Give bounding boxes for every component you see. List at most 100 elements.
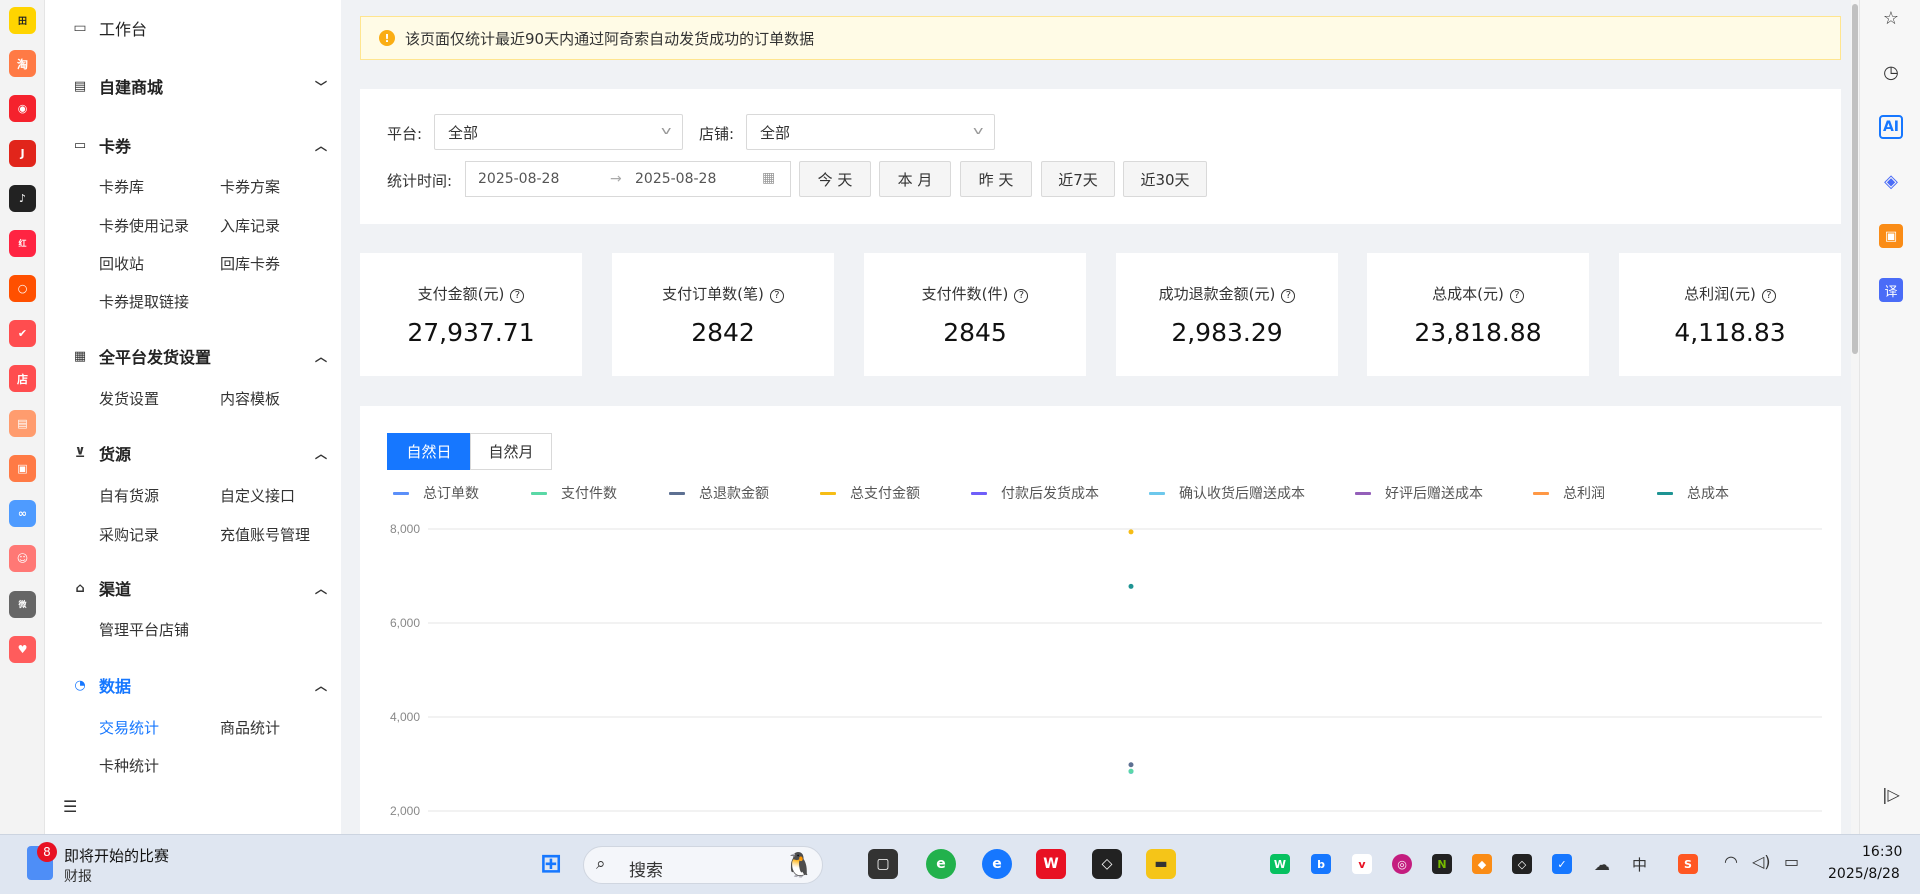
taskbar-search[interactable]: ⌕ 搜索 🐧 [583, 846, 823, 884]
collapse-menu-icon[interactable]: ☰ [63, 797, 77, 816]
nav-item-purchase-records[interactable]: 采购记录 [99, 524, 159, 545]
tray-vs-icon[interactable]: v [1352, 854, 1372, 874]
tray-circle-icon[interactable]: ◎ [1392, 854, 1412, 874]
main-scrollbar[interactable] [1851, 0, 1859, 834]
browser-360-icon[interactable]: e [926, 849, 956, 879]
file-explorer-icon[interactable]: ▬ [1146, 849, 1176, 879]
nav-item-own-source[interactable]: 自有货源 [99, 485, 159, 506]
security-icon[interactable]: ✓ [1552, 854, 1572, 874]
nav-item-card-library[interactable]: 卡券库 [99, 176, 144, 197]
shop-select[interactable]: 全部 v [746, 114, 995, 150]
date-range-picker[interactable]: 2025-08-28 → 2025-08-28 ▦ [465, 161, 791, 197]
nav-item-ship-settings[interactable]: 发货设置 [99, 388, 159, 409]
stat-value: 27,937.71 [407, 318, 535, 347]
tray-app-icon[interactable]: b [1311, 854, 1331, 874]
news-title[interactable]: 即将开始的比赛 [64, 845, 169, 866]
nav-item-card-plan[interactable]: 卡券方案 [220, 176, 280, 197]
data-point[interactable] [1128, 529, 1134, 535]
ime-indicator[interactable]: 中 [1632, 854, 1647, 875]
star-icon[interactable]: ☆ [1879, 6, 1903, 30]
shop-app-icon[interactable]: 店 [9, 365, 36, 392]
platform-select[interactable]: 全部 v [434, 114, 683, 150]
nav-item-trade-stats[interactable]: 交易统计 [99, 717, 159, 738]
nav-group-mall[interactable]: ▤ 自建商城 ﹀ [72, 74, 327, 98]
data-point[interactable] [1128, 768, 1134, 774]
data-point[interactable] [1128, 762, 1134, 768]
data-point[interactable] [1128, 583, 1134, 589]
today-button[interactable]: 今 天 [799, 161, 871, 197]
start-date[interactable]: 2025-08-28 [478, 171, 559, 187]
xiaohongshu-app-icon[interactable]: 红 [9, 230, 36, 257]
tianmao-app-icon[interactable]: 田 [9, 7, 36, 34]
last-30-days-button[interactable]: 近30天 [1123, 161, 1207, 197]
help-icon[interactable]: ? [1281, 289, 1296, 303]
clipboard-app-icon[interactable]: ▤ [9, 410, 36, 437]
end-date[interactable]: 2025-08-28 [635, 171, 716, 187]
help-icon[interactable]: ? [769, 289, 784, 303]
scrollbar-thumb[interactable] [1852, 4, 1858, 354]
pinduoduo-app-icon[interactable]: ◉ [9, 95, 36, 122]
nav-item-card-type-stats[interactable]: 卡种统计 [99, 755, 159, 776]
toolbox-icon[interactable]: ▣ [1879, 224, 1903, 248]
monitor-icon: ▭ [73, 20, 87, 36]
yesterday-button[interactable]: 昨 天 [960, 161, 1032, 197]
cloud-icon[interactable]: ☁ [1592, 854, 1612, 874]
nav-item-content-template[interactable]: 内容模板 [220, 388, 280, 409]
nav-item-custom-api[interactable]: 自定义接口 [220, 485, 295, 506]
gamepad-icon[interactable]: ◈ [1879, 169, 1903, 193]
nav-item-recharge-accounts[interactable]: 充值账号管理 [220, 524, 310, 545]
app-cube-icon[interactable]: ◇ [1092, 849, 1122, 879]
help-icon[interactable]: ? [1509, 289, 1524, 303]
stat-card-order-count: 支付订单数(笔)? 2842 [612, 253, 834, 376]
thumb-app-icon[interactable]: ✔ [9, 320, 36, 347]
ai-assistant-icon[interactable]: AI [1879, 115, 1903, 139]
wechat-icon[interactable]: W [1270, 854, 1290, 874]
nav-item-stock-in[interactable]: 入库记录 [220, 215, 280, 236]
nav-group-channel[interactable]: ⌂ 渠道 ︿ [72, 576, 327, 600]
nav-group-label: 数据 [99, 677, 132, 696]
windows-start-icon[interactable]: ⊞ [536, 849, 566, 879]
clock-time[interactable]: 16:30 [1862, 844, 1902, 860]
nvidia-icon[interactable]: N [1432, 854, 1452, 874]
battery-icon[interactable]: ▭ [1784, 852, 1799, 871]
nav-item-product-stats[interactable]: 商品统计 [220, 717, 280, 738]
expand-panel-icon[interactable]: |▷ [1879, 782, 1903, 806]
nav-item-extract-link[interactable]: 卡券提取链接 [99, 291, 189, 312]
last-7-days-button[interactable]: 近7天 [1041, 161, 1115, 197]
wifi-icon[interactable]: ◠ [1724, 852, 1738, 871]
tray-s-icon[interactable]: S [1678, 854, 1698, 874]
jd-app-icon[interactable]: J [9, 140, 36, 167]
help-icon[interactable]: ? [510, 289, 525, 303]
nav-group-source[interactable]: ⊻ 货源 ︿ [72, 441, 327, 465]
nav-item-manage-shops[interactable]: 管理平台店铺 [99, 619, 189, 640]
edge-browser-icon[interactable]: e [982, 849, 1012, 879]
kuaishou-app-icon[interactable]: ○ [9, 275, 36, 302]
nav-workbench[interactable]: ▭ 工作台 [72, 16, 147, 40]
history-icon[interactable]: ◷ [1879, 60, 1903, 84]
nav-item-card-usage[interactable]: 卡券使用记录 [99, 215, 189, 236]
nav-sidebar: ▭ 工作台 ▤ 自建商城 ﹀ ▭ 卡券 ︿ 卡券库 卡券方案 卡券使用记录 入库… [45, 0, 341, 834]
clock-date[interactable]: 2025/8/28 [1828, 866, 1900, 882]
nav-group-shipping[interactable]: ▦ 全平台发货设置 ︿ [72, 344, 327, 368]
face-app-icon[interactable]: ☺ [9, 545, 36, 572]
nav-item-recycle-bin[interactable]: 回收站 [99, 253, 144, 274]
volume-icon[interactable]: ◁) [1752, 852, 1771, 871]
nav-group-cards[interactable]: ▭ 卡券 ︿ [72, 133, 327, 157]
tray-cube-icon[interactable]: ◇ [1512, 854, 1532, 874]
weidian-app-icon[interactable]: 微 [9, 591, 36, 618]
tray-shield-icon[interactable]: ◆ [1472, 854, 1492, 874]
this-month-button[interactable]: 本 月 [879, 161, 951, 197]
wps-icon[interactable]: W [1036, 849, 1066, 879]
nav-group-data[interactable]: ◔ 数据 ︿ [72, 673, 327, 697]
calendar-icon: ▦ [762, 170, 776, 186]
taobao-app-icon[interactable]: 淘 [9, 50, 36, 77]
heart-app-icon[interactable]: ♥ [9, 636, 36, 663]
link-app-icon[interactable]: ∞ [9, 500, 36, 527]
translate-icon[interactable]: 译 [1879, 278, 1903, 302]
bag-app-icon[interactable]: ▣ [9, 455, 36, 482]
help-icon[interactable]: ? [1014, 289, 1029, 303]
nav-item-returned-cards[interactable]: 回库卡券 [220, 253, 280, 274]
douyin-app-icon[interactable]: ♪ [9, 185, 36, 212]
help-icon[interactable]: ? [1761, 289, 1776, 303]
task-view-icon[interactable]: ▢ [868, 849, 898, 879]
